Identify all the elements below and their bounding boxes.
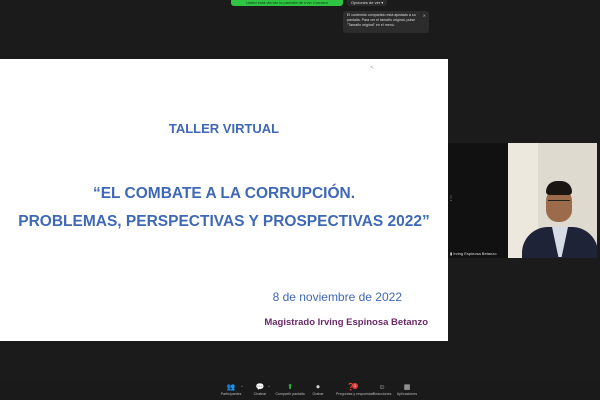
participant-video[interactable] [508,143,597,258]
meeting-toolbar: 👥 Participantes ^ 💬 Chatear ^ ⬆ Comparti… [0,382,600,400]
apps-icon: ▦ [403,384,411,391]
notification-badge: 1 [352,383,358,389]
qa-button[interactable]: ❓ Preguntas y respuestas [336,383,374,397]
screen-share-banner: Usted está viendo la pantalla de Irvin C… [231,0,343,6]
record-icon: ⏺ [316,384,320,391]
participant-hair [546,181,572,195]
qa-icon: ❓ [346,384,356,391]
record-button[interactable]: ⏺ Grabar [303,383,333,397]
participants-label: Participantes [220,392,242,396]
share-screen-label: Compartir pantalla [275,392,305,396]
signal-icon: ▮ [450,251,453,256]
slide-subtitle-line1: “EL COMBATE A LA CORRUPCIÓN. [92,185,356,202]
chat-icon: 💬 [255,384,265,391]
close-icon[interactable]: ✕ [423,13,426,18]
participant-name-label: ▮ Irving Espinosa Betanzo [450,251,496,256]
slide-title: TALLER VIRTUAL [168,121,280,136]
participant-name: Irving Espinosa Betanzo [453,251,497,256]
apps-button[interactable]: ▦ Aplicaciones [392,383,422,397]
share-screen-icon: ⬆ [287,384,293,391]
chevron-up-icon[interactable]: ^ [268,384,270,389]
fit-screen-tooltip: El contenido compartido está ajustado a … [343,11,429,33]
shared-screen-slide: ↖ TALLER VIRTUAL “EL COMBATE A LA CORRUP… [0,59,448,341]
view-options-button[interactable]: Opciones de ver ▾ [347,0,388,6]
slide-author: Magistrado Irving Espinosa Betanzo [264,317,428,328]
chat-label: Chatear [253,392,267,396]
record-label: Grabar [312,392,324,396]
participant-glasses [548,200,570,205]
share-screen-button[interactable]: ⬆ Compartir pantalla [275,383,305,397]
qa-label: Preguntas y respuestas [336,392,374,396]
mouse-cursor-icon: ↖ [370,65,375,71]
chevron-up-icon[interactable]: ^ [241,384,243,389]
slide-subtitle-line2: PROBLEMAS, PERSPECTIVAS Y PROSPECTIVAS 2… [18,213,430,230]
tooltip-line: "Tamaño original" en el menú. [347,23,395,27]
chat-button[interactable]: 💬 Chatear [245,383,275,397]
slide-date: 8 de noviembre de 2022 [272,290,402,304]
video-panel-handle[interactable]: ⋮ [448,143,508,258]
drag-handle-icon[interactable]: ⋮ [448,195,454,202]
apps-label: Aplicaciones [396,392,418,396]
